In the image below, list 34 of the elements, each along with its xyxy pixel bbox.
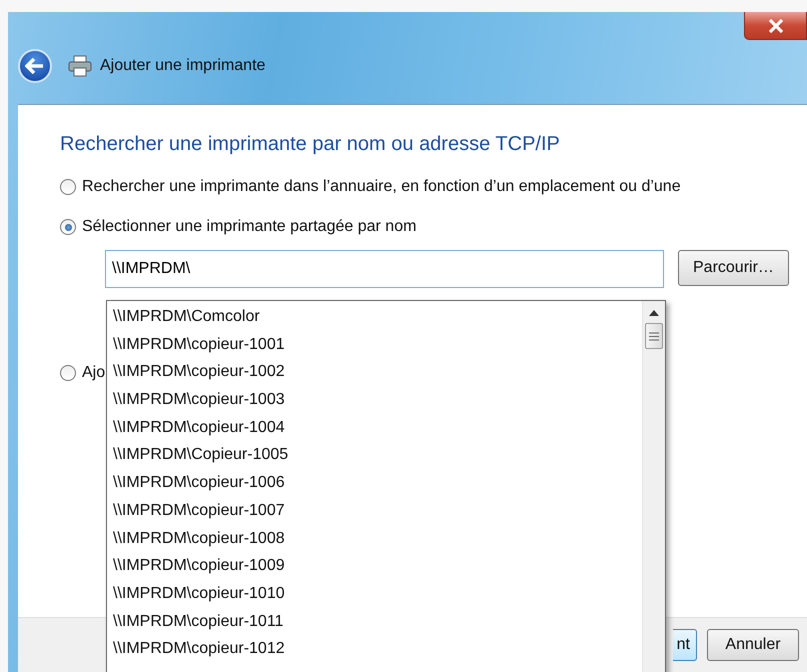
grip-icon <box>649 332 659 340</box>
back-button[interactable] <box>18 49 52 83</box>
window-title: Ajouter une imprimante <box>100 57 266 75</box>
option-label: Rechercher une imprimante dans l’annuaire, en fonction d’un emplacement ou d’une <box>82 178 681 196</box>
browse-button[interactable]: Parcourir… <box>678 250 789 286</box>
suggestion-item[interactable]: \\IMPRDM\Copieur-1005 <box>107 441 642 470</box>
suggestion-item[interactable]: \\IMPRDM\copieur-1008 <box>107 524 642 552</box>
scrollbar[interactable] <box>642 301 665 672</box>
suggestion-item[interactable]: \\IMPRDM\copieur-1001 <box>107 330 642 358</box>
suggestion-item[interactable]: \\IMPRDM\copieur-1002 <box>107 358 642 386</box>
suggestion-item[interactable]: \\IMPRDM\copieur-1003 <box>107 386 642 414</box>
suggestion-item[interactable]: \\IMPRDM\copieur-1004 <box>107 414 642 442</box>
printer-icon <box>68 55 92 77</box>
suggestion-item[interactable]: \\IMPRDM\copieur-1010 <box>107 580 642 608</box>
suggestion-item[interactable]: \\IMPRDM\copieur-1012 <box>107 635 642 663</box>
suggestion-item[interactable]: \\IMPRDM\Comcolor <box>107 303 642 331</box>
back-arrow-icon <box>25 58 45 74</box>
scroll-up-icon <box>649 310 659 316</box>
option-label: Sélectionner une imprimante partagée par nom <box>82 218 416 236</box>
scroll-thumb[interactable] <box>645 323 663 349</box>
suggestion-item[interactable]: \\IMPRDM\copieur-1007 <box>107 496 642 524</box>
option-label: Ajo <box>82 364 106 382</box>
share-path-field[interactable]: \\IMPRDM\ <box>105 250 664 288</box>
radio-button[interactable] <box>60 179 76 195</box>
suggestion-item[interactable]: \\IMPRDM\copieur-1011 <box>107 608 642 636</box>
cancel-button[interactable]: Annuler <box>707 629 799 661</box>
page-heading: Rechercher une imprimante par nom ou adresse TCP/IP <box>60 133 561 156</box>
radio-button[interactable] <box>60 365 76 381</box>
close-button[interactable] <box>744 12 807 40</box>
next-button[interactable]: nt <box>672 629 697 661</box>
radio-button[interactable] <box>60 219 76 235</box>
suggestion-item[interactable]: \\IMPRDM\copieur-1006 <box>107 469 642 497</box>
close-icon <box>768 18 784 32</box>
suggestion-item[interactable]: \\IMPRDM\copieur-1009 <box>107 552 642 580</box>
